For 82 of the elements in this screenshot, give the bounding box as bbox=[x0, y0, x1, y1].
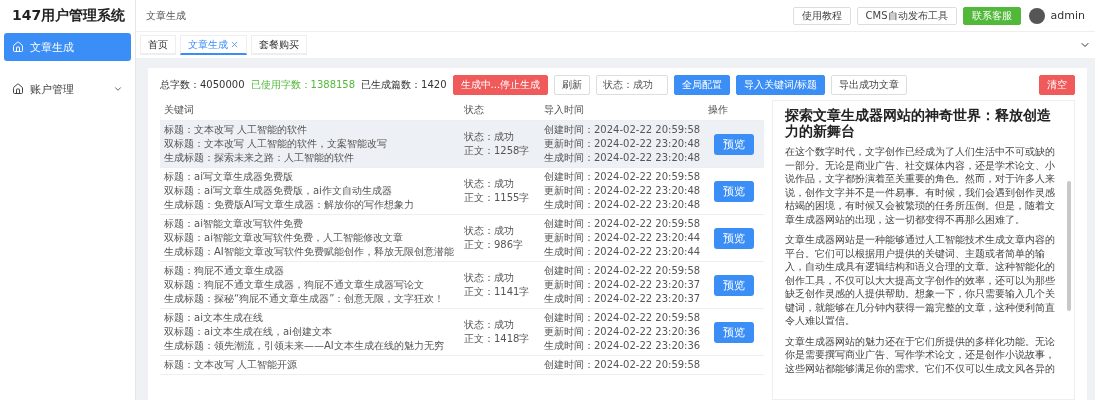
article-paragraph: 在这个数字时代，文字创作已经成为了人们生活中不可或缺的一部分。无论是商业广告、社交媒体内容，还是学术论文、小说作品，文字都扮演着至关重要的角色。然而，对于许多人来说，创作文字并不是一件易事。有时候，我们会遇到创作灵感枯竭的困境，有时候又会被繁琐的任务所压倒。但是，随着文章生成器网站的出现，这一切都变得不再那么困难了。 bbox=[785, 145, 1056, 226]
time-text: 生成时间：2024-02-22 23:20:48 bbox=[544, 151, 700, 165]
keyword-text: 生成标题：AI智能文章改写软件免费赋能创作，释放无限创意潜能 bbox=[164, 245, 455, 259]
time-text: 更新时间：2024-02-22 23:20:36 bbox=[544, 325, 700, 339]
article-title: 探索文章生成器网站的神奇世界：释放创造力的新舞台 bbox=[785, 107, 1052, 139]
status-text: 状态：成功 bbox=[464, 271, 515, 285]
toolbar-button[interactable]: 导入关键词/标题 bbox=[736, 75, 826, 95]
toolbar-button[interactable]: 生成中...停止生成 bbox=[452, 75, 549, 95]
time-text: 创建时间：2024-02-22 20:59:58 bbox=[544, 123, 700, 137]
column-header: 操作 bbox=[707, 103, 729, 117]
page-tab[interactable]: 套餐购买 bbox=[251, 35, 307, 55]
status-text: 状态：成功 bbox=[464, 130, 515, 144]
keyword-text: 生成标题：免费版AI写文章生成器：解放你的写作想象力 bbox=[164, 198, 415, 212]
status-text: 状态：成功 bbox=[464, 177, 515, 191]
app-title: 147用户管理系统 bbox=[11, 6, 127, 25]
header-button[interactable]: CMS自动发布工具 bbox=[856, 6, 957, 25]
keyword-text: 双标题：狗屁不通文章生成器，狗屁不通文章生成器写论文 bbox=[164, 278, 425, 292]
keyword-text: 标题：ai智能文章改写软件免费 bbox=[164, 217, 304, 231]
close-icon[interactable] bbox=[230, 40, 239, 49]
toolbar-button[interactable]: 刷新 bbox=[554, 75, 591, 95]
keyword-text: 双标题：ai写文章生成器免费版，ai作文自动生成器 bbox=[164, 184, 393, 198]
column-header: 导入时间 bbox=[543, 103, 585, 117]
time-text: 创建时间：2024-02-22 20:59:58 bbox=[544, 264, 700, 278]
breadcrumb: 文章生成 bbox=[146, 8, 187, 23]
header-button[interactable]: 使用教程 bbox=[792, 6, 851, 25]
article-paragraph: 文章生成器网站的魅力还在于它们所提供的多样化功能。无论你是需要撰写商业广告、写作学术论文，还是创作小说故事，这些网站都能够满足你的需求。它们不仅可以生成文风各异的 bbox=[785, 334, 1056, 375]
home-icon bbox=[12, 41, 24, 53]
keyword-text: 标题：文本改写 人工智能开源 bbox=[164, 358, 299, 372]
scrollbar[interactable] bbox=[1067, 181, 1071, 311]
avatar[interactable] bbox=[1028, 7, 1045, 24]
status-text: 正文：1418字 bbox=[464, 332, 531, 346]
status-text: 正文：1258字 bbox=[464, 144, 531, 158]
user-name[interactable]: admin bbox=[1050, 9, 1085, 22]
keyword-text: 生成标题：探索未来之路：人工智能的软件 bbox=[164, 151, 355, 165]
time-text: 生成时间：2024-02-22 23:20:44 bbox=[544, 245, 700, 259]
chevron-icon[interactable] bbox=[113, 84, 123, 94]
stat-text: 总字数：4050000 bbox=[160, 78, 245, 92]
keyword-text: 生成标题：领先潮流，引领未来——AI文本生成在线的魅力无穷 bbox=[164, 339, 445, 353]
header-button[interactable]: 联系客服 bbox=[962, 6, 1021, 25]
page-tab[interactable]: 首页 bbox=[140, 35, 176, 55]
stat-text: 已使用字数：1388158 bbox=[250, 78, 356, 92]
page-tab[interactable]: 文章生成 bbox=[180, 35, 247, 55]
preview-button[interactable]: 预览 bbox=[714, 180, 754, 202]
time-text: 创建时间：2024-02-22 20:59:58 bbox=[544, 170, 700, 184]
time-text: 更新时间：2024-02-22 23:20:48 bbox=[544, 184, 700, 198]
keyword-text: 标题：狗屁不通文章生成器 bbox=[164, 264, 285, 278]
status-text: 正文：1155字 bbox=[464, 191, 531, 205]
home-icon bbox=[12, 83, 24, 95]
keyword-text: 双标题：ai文本生成在线，ai创建文本 bbox=[164, 325, 333, 339]
column-header: 状态 bbox=[463, 103, 485, 117]
time-text: 更新时间：2024-02-22 23:20:48 bbox=[544, 137, 700, 151]
keyword-text: 标题：ai写文章生成器免费版 bbox=[164, 170, 294, 184]
sidebar-item[interactable]: 账户管理 bbox=[4, 75, 131, 103]
keyword-text: 双标题：ai智能文章改写软件免费，人工智能修改文章 bbox=[164, 231, 404, 245]
keyword-text: 双标题：文本改写 人工智能的软件，文案智能改写 bbox=[164, 137, 389, 151]
time-text: 生成时间：2024-02-22 23:20:48 bbox=[544, 198, 700, 212]
preview-button[interactable]: 预览 bbox=[714, 274, 754, 296]
time-text: 创建时间：2024-02-22 20:59:58 bbox=[544, 217, 700, 231]
status-text: 状态：成功 bbox=[464, 318, 515, 332]
time-text: 生成时间：2024-02-22 23:20:37 bbox=[544, 292, 700, 306]
preview-button[interactable]: 预览 bbox=[714, 321, 754, 343]
keyword-text: 生成标题：探秘“狗屁不通文章生成器”：创意无限，文字狂欢！ bbox=[164, 292, 446, 306]
toolbar-button[interactable]: 导出成功文章 bbox=[831, 75, 908, 95]
status-text: 状态：成功 bbox=[464, 224, 515, 238]
preview-button[interactable]: 预览 bbox=[714, 133, 754, 155]
time-text: 创建时间：2024-02-22 20:59:58 bbox=[544, 311, 700, 325]
time-text: 更新时间：2024-02-22 23:20:37 bbox=[544, 278, 700, 292]
keyword-text: 标题：ai文本生成在线 bbox=[164, 311, 264, 325]
time-text: 创建时间：2024-02-22 20:59:58 bbox=[544, 358, 700, 372]
column-header: 关键词 bbox=[163, 103, 195, 117]
clear-button[interactable]: 清空 bbox=[1039, 75, 1075, 95]
toolbar-button[interactable]: 全局配置 bbox=[674, 75, 731, 95]
preview-button[interactable]: 预览 bbox=[714, 227, 754, 249]
stat-text: 已生成篇数：1420 bbox=[361, 78, 447, 92]
keyword-text: 标题：文本改写 人工智能的软件 bbox=[164, 123, 309, 137]
time-text: 生成时间：2024-02-22 23:20:36 bbox=[544, 339, 700, 353]
sidebar-item[interactable]: 文章生成 bbox=[4, 33, 131, 61]
article-paragraph: 文章生成器网站是一种能够通过人工智能技术生成文章内容的平台。它们可以根据用户提供的关键词、主题或者简单的输入，自动生成具有逻辑结构和语义合理的文章。这种智能化的创作工具，不仅可以大大提高文字创作的效率，还可以为那些缺乏创作灵感的人提供帮助。想象一下，你只需要输入几个关键词，就能够在几分钟内获得一篇完整的文章，这种便利简直令人难以置信。 bbox=[785, 233, 1056, 328]
time-text: 更新时间：2024-02-22 23:20:44 bbox=[544, 231, 700, 245]
status-text: 正文：1141字 bbox=[464, 285, 531, 299]
status-text: 正文：986字 bbox=[464, 238, 525, 252]
status-select[interactable]: 状态：成功 bbox=[596, 75, 669, 95]
